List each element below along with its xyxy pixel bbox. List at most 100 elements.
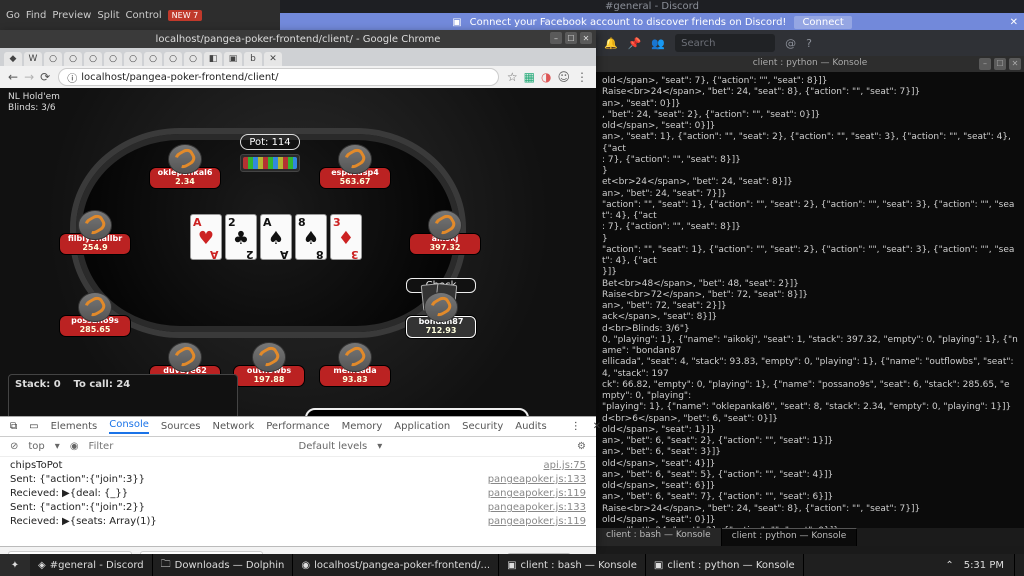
chrome-tab[interactable]: ▣ (224, 52, 242, 66)
seat-espasasp4[interactable]: espasasp4563.67 (320, 144, 390, 188)
clear-console-icon[interactable]: ⊘ (10, 441, 18, 452)
seat-avatar (428, 210, 462, 240)
bell-icon[interactable]: 🔔 (604, 37, 618, 50)
discord-search-input[interactable]: Search (675, 34, 775, 52)
tab-memory[interactable]: Memory (342, 421, 383, 432)
chrome-tab[interactable]: ○ (184, 52, 202, 66)
go-menu[interactable]: Go (6, 10, 20, 21)
poker-client: NL Hold'em Blinds: 3/6 Pot: 114 A♥A2♣2A♠… (0, 88, 596, 418)
seat-filblySnallbr[interactable]: filblySnallbr254.9 (60, 210, 130, 254)
stack-label: Stack: 0 (15, 379, 61, 390)
taskbar-item[interactable]: ◈#general - Discord (30, 554, 153, 576)
konsole-output[interactable]: old</span>, "seat": 7}, {"action": "", "… (596, 72, 1024, 528)
console-line[interactable]: Recieved: ▶{deal: {_}}pangeapoker.js:119 (10, 487, 586, 501)
chrome-tab[interactable]: ○ (104, 52, 122, 66)
chrome-tab[interactable]: ○ (164, 52, 182, 66)
extension-icon[interactable]: ▦ (524, 70, 535, 84)
chrome-close-button[interactable]: ✕ (580, 32, 592, 44)
chrome-tab[interactable]: ○ (64, 52, 82, 66)
devtools-settings-icon[interactable]: ⋮ (571, 421, 581, 432)
tab-elements[interactable]: Elements (51, 421, 98, 432)
address-bar[interactable]: ⓘ localhost/pangea-poker-frontend/client… (58, 68, 499, 86)
terminal-line: old</span>, "seat": 4}]} (602, 459, 1018, 470)
menu-icon[interactable]: ⋮ (576, 70, 588, 84)
devtools-inspect-icon[interactable]: ⧉ (10, 421, 17, 432)
console-line[interactable]: Sent: {"action":{"join":3}}pangeapoker.j… (10, 473, 586, 487)
tab-sources[interactable]: Sources (161, 421, 201, 432)
terminal-line: an>, "bet": 24, "seat": 7}]} (602, 189, 1018, 200)
taskbar-item[interactable]: ▣client : python — Konsole (646, 554, 804, 576)
split-menu[interactable]: Split (97, 10, 119, 21)
tab-audits[interactable]: Audits (515, 421, 546, 432)
seat-aikokj[interactable]: aikokj397.32 (410, 210, 480, 254)
new-badge: NEW 7 (168, 10, 203, 21)
info-icon[interactable]: ⓘ (67, 70, 77, 85)
console-line[interactable]: Sent: {"action":{"join":2}}pangeapoker.j… (10, 501, 586, 515)
konsole-titlebar[interactable]: client : python — Konsole – ☐ ✕ (596, 56, 1024, 72)
reload-icon[interactable]: ⟳ (40, 70, 50, 84)
chrome-tab[interactable]: ○ (84, 52, 102, 66)
eye-icon[interactable]: ◉ (70, 441, 79, 452)
star-icon[interactable]: ☆ (507, 70, 518, 84)
tray-up-icon[interactable]: ⌃ (945, 560, 953, 571)
start-button[interactable]: ✦ (0, 554, 30, 576)
control-menu[interactable]: Control (126, 10, 162, 21)
chrome-tab[interactable]: ○ (144, 52, 162, 66)
discord-banner-close-icon[interactable]: ✕ (1010, 17, 1018, 28)
devtools-close-icon[interactable]: ✕ (593, 421, 601, 432)
chrome-window: localhost/pangea-poker-frontend/client/ … (0, 30, 596, 546)
chrome-tab[interactable]: ✕ (264, 52, 282, 66)
chrome-tabstrip[interactable]: ◆ W ○ ○ ○ ○ ○ ○ ○ ○ ◧ ▣ b ✕ (0, 48, 596, 66)
chat-panel: Stack: 0 To call: 24 OK ⚙ (8, 374, 238, 418)
taskbar-item[interactable]: 🗀Downloads — Dolphin (153, 554, 294, 576)
chrome-titlebar[interactable]: localhost/pangea-poker-frontend/client/ … (0, 30, 596, 48)
konsole-tab[interactable]: client : bash — Konsole (596, 528, 722, 546)
chrome-tab[interactable]: ◆ (4, 52, 22, 66)
discord-connect-button[interactable]: Connect (794, 16, 851, 29)
profile-icon[interactable]: ☺ (557, 70, 570, 84)
konsole-tab[interactable]: client : python — Konsole (722, 528, 858, 546)
console-filter-input[interactable] (89, 441, 289, 452)
console-settings-icon[interactable]: ⚙ (577, 441, 586, 452)
konsole-minimize-button[interactable]: – (979, 58, 991, 70)
tab-application[interactable]: Application (394, 421, 450, 432)
chrome-tab[interactable]: b (244, 52, 262, 66)
preview-menu[interactable]: Preview (52, 10, 91, 21)
chrome-tab[interactable]: ○ (124, 52, 142, 66)
konsole-maximize-button[interactable]: ☐ (994, 58, 1006, 70)
tab-security[interactable]: Security (462, 421, 503, 432)
tab-network[interactable]: Network (212, 421, 254, 432)
tab-console[interactable]: Console (109, 419, 149, 434)
console-line[interactable]: chipsToPotapi.js:75 (10, 459, 586, 473)
console-context[interactable]: top (28, 441, 44, 452)
chrome-tab[interactable]: W (24, 52, 42, 66)
clock[interactable]: 5:31 PM (954, 560, 1014, 571)
pin-icon[interactable]: 📌 (628, 37, 642, 50)
show-desktop-button[interactable] (1014, 554, 1024, 576)
chrome-tab[interactable]: ◧ (204, 52, 222, 66)
seat-possano9s[interactable]: possano9s285.65 (60, 292, 130, 336)
console-output[interactable]: chipsToPotapi.js:75Sent: {"action":{"joi… (0, 457, 596, 546)
help-icon[interactable]: ? (806, 37, 812, 50)
back-icon[interactable]: ← (8, 70, 18, 84)
console-line[interactable]: Recieved: ▶{seats: Array(1)}pangeapoker.… (10, 515, 586, 529)
members-icon[interactable]: 👥 (651, 37, 665, 50)
chrome-minimize-button[interactable]: – (550, 32, 562, 44)
seat-bondan87[interactable]: Checkbondan87712.93 (406, 292, 476, 336)
chrome-title-text: localhost/pangea-poker-frontend/client/ … (156, 34, 441, 45)
taskbar-item[interactable]: ▣client : bash — Konsole (499, 554, 646, 576)
seat-oklepankal6[interactable]: oklepankal62.34 (150, 144, 220, 188)
konsole-close-button[interactable]: ✕ (1009, 58, 1021, 70)
chat-log[interactable] (9, 394, 237, 418)
chrome-maximize-button[interactable]: ☐ (565, 32, 577, 44)
inbox-icon[interactable]: @ (785, 37, 796, 50)
discord-connect-banner: ▣ Connect your Facebook account to disco… (280, 13, 1024, 31)
terminal-line: : 7}, {"action": "", "seat": 8}]} (602, 155, 1018, 166)
tab-performance[interactable]: Performance (266, 421, 329, 432)
devtools-device-icon[interactable]: ▭ (29, 421, 38, 432)
find-menu[interactable]: Find (26, 10, 47, 21)
extension-icon[interactable]: ◑ (541, 70, 551, 84)
taskbar-item[interactable]: ◉localhost/pangea-poker-frontend/... (293, 554, 499, 576)
log-levels[interactable]: Default levels (299, 441, 368, 452)
chrome-tab[interactable]: ○ (44, 52, 62, 66)
